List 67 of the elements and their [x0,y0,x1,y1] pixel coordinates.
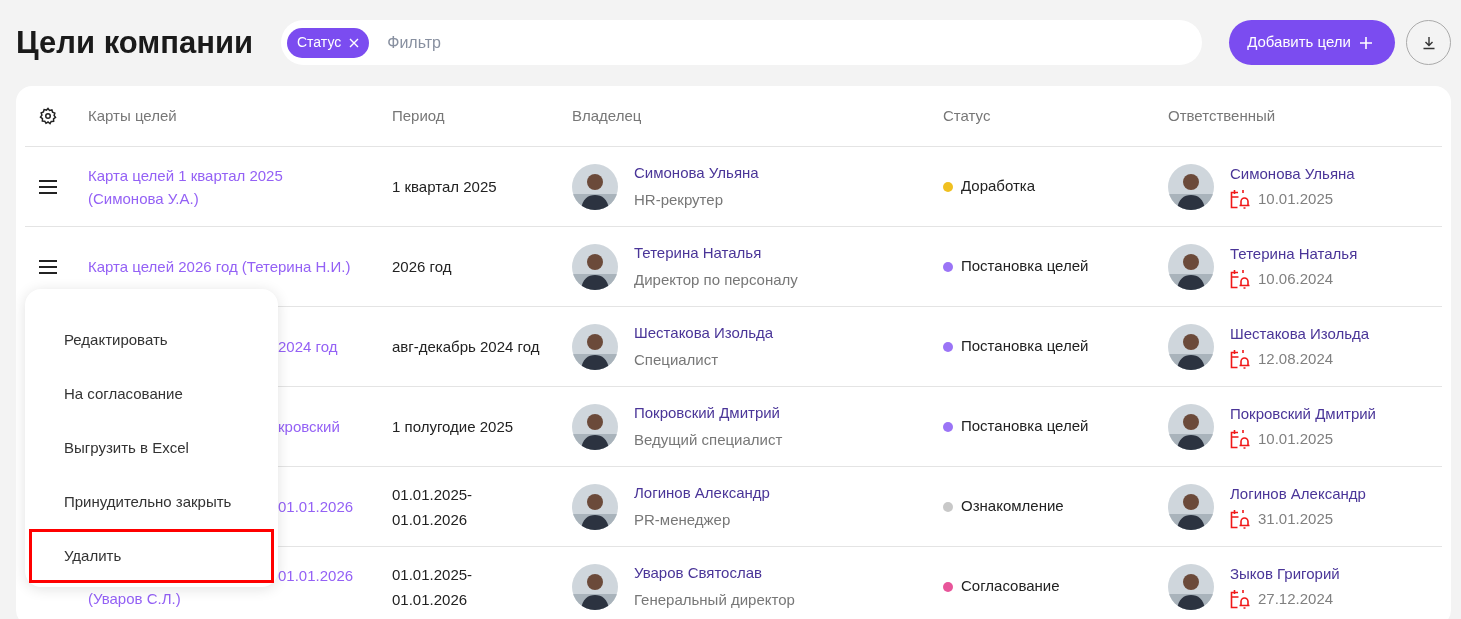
status-text: Доработка [961,176,1036,197]
menu-icon[interactable] [37,259,58,274]
menu-icon[interactable] [37,179,58,194]
due-date: 10.06.2024 [1258,268,1334,289]
add-goals-button[interactable]: Добавить цели [1229,20,1395,65]
column-header[interactable]: Карты целей [88,106,177,124]
calendar-bell-icon [1230,348,1250,369]
due-date: 10.01.2025 [1258,428,1334,449]
period-text: авг-декабрь 2024 год [392,337,541,357]
calendar-bell-icon [1230,588,1250,609]
owner-role: PR-менеджер [634,509,732,530]
status-text: Согласование [961,576,1060,597]
due-date: 12.08.2024 [1258,348,1334,369]
menu-item[interactable]: Удалить [29,529,274,583]
owner-name[interactable]: Шестакова Изольда [634,322,774,345]
settings-icon[interactable] [38,107,57,125]
calendar-bell-icon [1230,268,1250,289]
due-date: 10.01.2025 [1258,188,1334,209]
period-text: 01.01.2025- [392,484,474,505]
column-header[interactable]: Статус [943,106,991,124]
page-title: Цели компании [16,27,253,58]
calendar-bell-icon [1230,428,1250,449]
menu-item[interactable]: Принудительно закрыть [29,475,274,529]
responsible-name[interactable]: Симонова Ульяна [1230,163,1355,186]
calendar-bell-icon [1230,508,1250,529]
period-text: 1 полугодие 2025 [392,417,515,437]
owner-name[interactable]: Уваров Святослав [634,562,795,585]
owner-role: Генеральный директор [634,589,795,610]
status-text: Ознакомление [961,496,1064,517]
column-header[interactable]: Владелец [572,106,642,124]
column-header[interactable]: Период [392,106,445,124]
owner-role: Ведущий специалист [634,429,783,450]
responsible-name[interactable]: Зыков Григорий [1230,563,1340,586]
menu-item[interactable]: На согласование [29,367,274,421]
goal-map-link[interactable]: (Уваров С.Л.) [88,586,392,610]
column-header[interactable]: Ответственный [1168,106,1276,124]
close-icon[interactable] [349,37,360,48]
status-text: Постановка целей [961,416,1089,437]
responsible-name[interactable]: Тетерина Наталья [1230,243,1358,266]
responsible-name[interactable]: Логинов Александр [1230,483,1366,506]
period-text: 01.01.2026 [392,589,469,610]
status-text: Постановка целей [961,256,1089,277]
owner-name[interactable]: Покровский Дмитрий [634,402,783,425]
plus-icon [1359,35,1373,50]
period-text: 01.01.2025- [392,564,474,585]
calendar-bell-icon [1230,188,1250,209]
owner-role: Директор по персоналу [634,269,798,290]
due-date: 31.01.2025 [1258,508,1334,529]
period-text: 1 квартал 2025 [392,177,498,197]
filter-field[interactable]: Статус Фильтр [281,20,1203,65]
goal-map-link[interactable]: Карта целей 1 квартал 2025 [88,163,392,187]
owner-name[interactable]: Тетерина Наталья [634,242,798,265]
due-date: 27.12.2024 [1258,588,1334,609]
period-text: 01.01.2026 [392,509,469,530]
owner-name[interactable]: Симонова Ульяна [634,162,759,185]
menu-item[interactable]: Выгрузить в Excel [29,421,274,475]
status-text: Постановка целей [961,336,1089,357]
filter-chip[interactable]: Статус [287,27,370,58]
owner-role: Специалист [634,349,720,370]
goal-map-link[interactable]: Карта целей 2026 год (Тетерина Н.И.) [88,255,392,278]
owner-name[interactable]: Логинов Александр [634,482,770,505]
responsible-name[interactable]: Шестакова Изольда [1230,323,1370,346]
owner-role: HR-рекрутер [634,189,724,210]
menu-item[interactable]: Редактировать [29,313,274,367]
goal-map-link[interactable]: (Симонова У.А.) [88,186,392,210]
period-text: 2026 год [392,257,453,277]
responsible-name[interactable]: Покровский Дмитрий [1230,403,1376,426]
